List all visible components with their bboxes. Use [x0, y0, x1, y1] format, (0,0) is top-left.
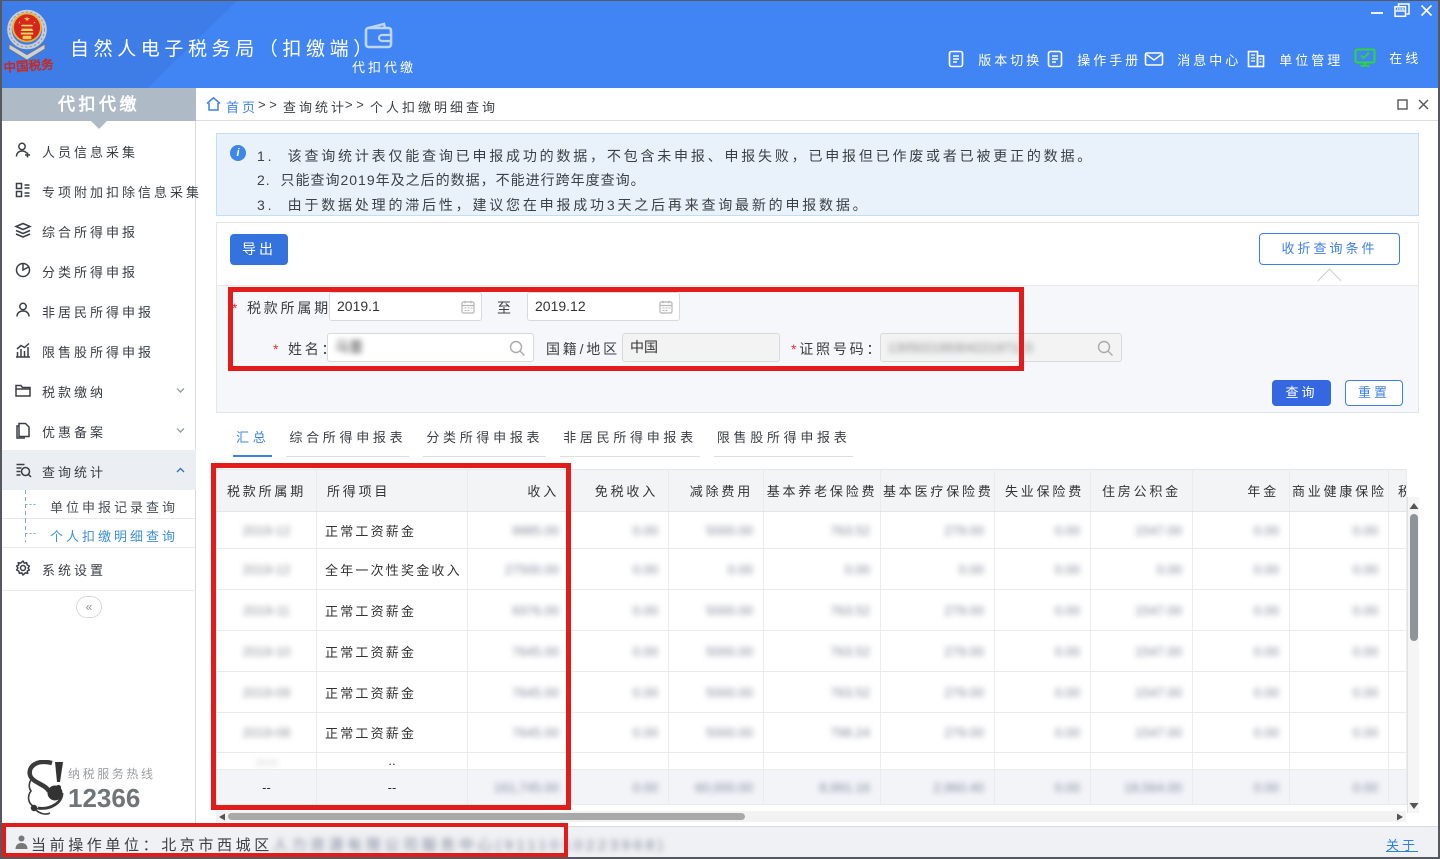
svg-text:中国税务: 中国税务	[4, 57, 55, 75]
